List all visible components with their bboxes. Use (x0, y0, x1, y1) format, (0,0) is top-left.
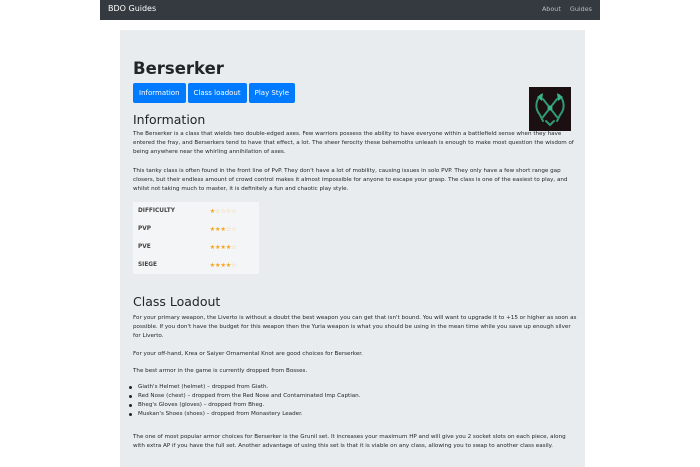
rating-stars: ★★★☆☆ (205, 220, 259, 238)
information-button[interactable]: Information (133, 83, 186, 103)
loadout-paragraph-3: The best armor in the game is currently … (133, 368, 308, 374)
list-item: Muskan's Shoes (shoes) – dropped from Mo… (129, 410, 361, 419)
page-title: Berserker (133, 59, 224, 78)
list-item: Red Nose (chest) – dropped from the Red … (129, 392, 361, 401)
berserker-emblem-icon (529, 87, 571, 131)
star-rating-icon: ★★★★☆ (209, 261, 237, 269)
top-navbar: BDO Guides About Guides (100, 0, 600, 20)
rating-label: DIFFICULTY (138, 208, 175, 214)
information-paragraph-1: The Berserker is a class that wields two… (133, 131, 574, 156)
armor-list: Giath's Helmet (helmet) – dropped from G… (129, 383, 361, 419)
nav-link-about[interactable]: About (542, 5, 561, 13)
section-buttons: Information Class loadout Play Style (133, 80, 297, 103)
rating-stars: ★★★★☆ (205, 256, 259, 274)
rating-label: SIEGE (138, 262, 158, 268)
rating-label: PVE (138, 244, 151, 250)
rating-row: PVP ★★★☆☆ (133, 220, 259, 238)
star-rating-icon: ★★★★☆ (209, 243, 237, 251)
play-style-button[interactable]: Play Style (248, 83, 296, 103)
class-loadout-heading: Class Loadout (133, 294, 221, 309)
rating-row: DIFFICULTY ★☆☆☆☆ (133, 202, 259, 220)
navbar-brand[interactable]: BDO Guides (108, 4, 156, 13)
rating-row: PVE ★★★★☆ (133, 238, 259, 256)
class-loadout-button[interactable]: Class loadout (187, 83, 247, 103)
rating-stars: ★★★★☆ (205, 238, 259, 256)
information-heading: Information (133, 112, 206, 127)
loadout-paragraph-4: The one of most popular armor choices fo… (133, 434, 566, 450)
rating-stars: ★☆☆☆☆ (205, 202, 259, 220)
list-item: Giath's Helmet (helmet) – dropped from G… (129, 383, 361, 392)
loadout-paragraph-1: For your primary weapon, the Liverto is … (133, 315, 577, 340)
ratings-table: DIFFICULTY ★☆☆☆☆ PVP ★★★☆☆ PVE ★★★★☆ SIEGE ★★★★… (133, 202, 259, 274)
star-rating-icon: ★☆☆☆☆ (209, 207, 237, 215)
rating-label: PVP (138, 226, 151, 232)
rating-row: SIEGE ★★★★☆ (133, 256, 259, 274)
star-rating-icon: ★★★☆☆ (209, 225, 237, 233)
list-item: Bheg's Gloves (gloves) – dropped from Bh… (129, 401, 361, 410)
content-panel: Berserker Information Class loadout Play S… (120, 30, 585, 467)
nav-link-guides[interactable]: Guides (570, 5, 592, 13)
loadout-paragraph-2: For your off-hand, Krea or Saiyer Orname… (133, 351, 363, 357)
information-paragraph-2: This tanky class is often found in the f… (133, 168, 568, 193)
navbar-links: About Guides (535, 5, 592, 13)
